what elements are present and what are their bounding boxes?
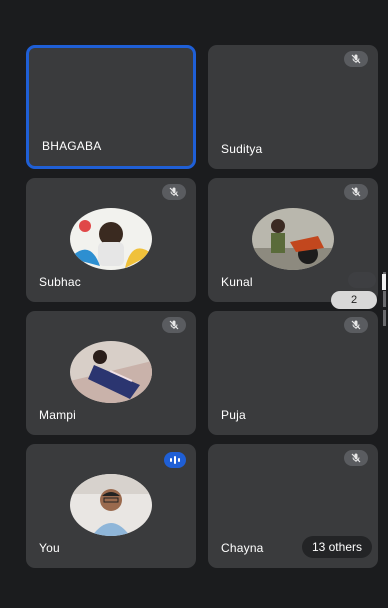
page-indicator[interactable]: 2 <box>331 291 377 309</box>
scrollbar-thumb[interactable] <box>382 274 386 290</box>
participant-name: Mampi <box>39 408 77 422</box>
participant-name: BHAGABA <box>42 139 102 153</box>
avatar <box>70 341 152 403</box>
mic-off-icon <box>344 51 368 67</box>
mic-off-icon <box>162 184 186 200</box>
others-count-button[interactable]: 13 others <box>301 536 372 558</box>
participant-tile-puja[interactable]: Puja <box>208 311 378 435</box>
participant-name: You <box>39 541 60 555</box>
participant-name: Subhac <box>39 275 81 289</box>
participant-tile-chayna[interactable]: Chayna 13 others <box>208 444 378 568</box>
avatar <box>252 208 334 270</box>
participant-grid: BHAGABA Suditya Subhac Kunal Mampi Puja … <box>0 0 388 608</box>
participant-tile-you[interactable]: You <box>26 444 196 568</box>
page-prev-button[interactable] <box>348 272 376 288</box>
avatar <box>70 474 152 536</box>
participant-tile-suditya[interactable]: Suditya <box>208 45 378 169</box>
participant-name: Kunal <box>221 275 253 289</box>
avatar <box>70 208 152 270</box>
mic-off-icon <box>344 450 368 466</box>
participant-tile-mampi[interactable]: Mampi <box>26 311 196 435</box>
participant-name: Chayna <box>221 541 264 555</box>
participant-name: Puja <box>221 408 246 422</box>
mic-off-icon <box>162 317 186 333</box>
participant-name: Suditya <box>221 142 263 156</box>
mic-off-icon <box>344 184 368 200</box>
participant-tile-subhac[interactable]: Subhac <box>26 178 196 302</box>
audio-level-icon <box>164 452 186 468</box>
participant-tile-bhagaba[interactable]: BHAGABA <box>26 45 196 169</box>
mic-off-icon <box>344 317 368 333</box>
